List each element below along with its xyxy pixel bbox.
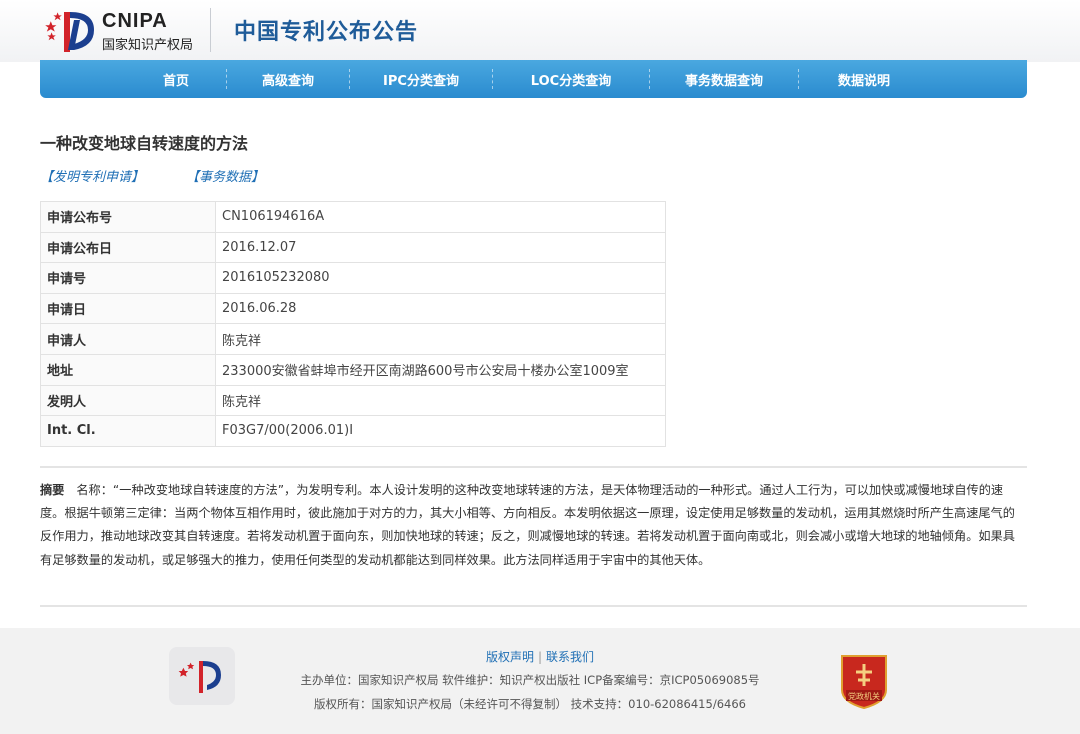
footer-links: 版权声明 | 联系我们 [0, 648, 1080, 665]
field-label: 申请公布日 [40, 231, 216, 264]
nav-ipc-search[interactable]: IPC分类查询 [350, 70, 492, 89]
party-government-badge-icon: 党政机关 [841, 655, 887, 710]
table-row: 申请公布日 2016.12.07 [40, 231, 666, 264]
cnipa-logo[interactable]: CNIPA 国家知识产权局 [44, 6, 214, 56]
abstract-text: 名称：“一种改变地球自转速度的方法”，为发明专利。本人设计发明的这种改变地球转速… [40, 483, 1015, 567]
abstract: 摘要 名称：“一种改变地球自转速度的方法”，为发明专利。本人设计发明的这种改变地球… [40, 479, 1027, 572]
field-label: 申请公布号 [40, 201, 216, 233]
divider [40, 605, 1027, 607]
table-row: 申请日 2016.06.28 [40, 292, 666, 325]
patent-info-table: 申请公布号 CN106194616A 申请公布日 2016.12.07 申请号 … [40, 201, 666, 447]
logo-subtitle: 国家知识产权局 [102, 38, 194, 53]
patent-title: 一种改变地球自转速度的方法 [40, 134, 249, 153]
field-value: 2016.06.28 [215, 292, 666, 325]
footer-host-info: 主办单位：国家知识产权局 软件维护：知识产权出版社 ICP备案编号：京ICP05… [300, 673, 760, 687]
field-value: F03G7/00(2006.01)I [215, 415, 666, 447]
nav-loc-search[interactable]: LOC分类查询 [493, 70, 649, 89]
field-label: Int. Cl. [40, 415, 216, 447]
field-value: 陈克祥 [215, 384, 666, 417]
abstract-label: 摘要 [40, 483, 65, 497]
field-value: 2016.12.07 [215, 231, 666, 264]
field-value: 2016105232080 [215, 262, 666, 294]
copyright-link[interactable]: 版权声明 [486, 650, 534, 664]
main-nav: 首页 高级查询 IPC分类查询 LOC分类查询 事务数据查询 数据说明 [40, 60, 1027, 98]
field-value: 233000安徽省蚌埠市经开区南湖路600号市公安局十楼办公室1009室 [215, 353, 666, 386]
logo-text: CNIPA [102, 10, 168, 32]
invention-application-link[interactable]: 【发明专利申请】 [40, 166, 144, 185]
nav-transaction-search[interactable]: 事务数据查询 [650, 70, 798, 89]
table-row: 申请公布号 CN106194616A [40, 201, 666, 233]
header-divider [210, 8, 211, 52]
field-value: 陈克祥 [215, 323, 666, 355]
government-badge[interactable]: 党政机关 [838, 652, 890, 710]
footer-rights-info: 版权所有：国家知识产权局（未经许可不得复制） 技术支持：010-62086415… [314, 697, 746, 711]
field-label: 地址 [40, 353, 216, 386]
site-header: CNIPA 国家知识产权局 中国专利公布公告 [0, 0, 1080, 62]
link-separator: | [537, 650, 543, 664]
contact-link[interactable]: 联系我们 [546, 650, 594, 664]
field-value: CN106194616A [215, 201, 666, 233]
nav-data-description[interactable]: 数据说明 [799, 70, 929, 89]
divider [40, 466, 1027, 468]
transaction-data-link[interactable]: 【事务数据】 [186, 166, 264, 185]
field-label: 发明人 [40, 384, 216, 417]
field-label: 申请号 [40, 262, 216, 294]
table-row: Int. Cl. F03G7/00(2006.01)I [40, 415, 666, 447]
site-footer: 版权声明 | 联系我们 主办单位：国家知识产权局 软件维护：知识产权出版社 ICP备… [0, 628, 1080, 734]
cnipa-emblem-icon [45, 12, 94, 52]
table-row: 申请号 2016105232080 [40, 262, 666, 294]
nav-advanced-search[interactable]: 高级查询 [227, 70, 349, 89]
site-title: 中国专利公布公告 [234, 20, 419, 45]
field-label: 申请人 [40, 323, 216, 355]
table-row: 地址 233000安徽省蚌埠市经开区南湖路600号市公安局十楼办公室1009室 [40, 353, 666, 386]
badge-text: 党政机关 [848, 691, 880, 701]
field-label: 申请日 [40, 292, 216, 325]
table-row: 发明人 陈克祥 [40, 384, 666, 417]
table-row: 申请人 陈克祥 [40, 323, 666, 355]
nav-home[interactable]: 首页 [126, 70, 226, 89]
